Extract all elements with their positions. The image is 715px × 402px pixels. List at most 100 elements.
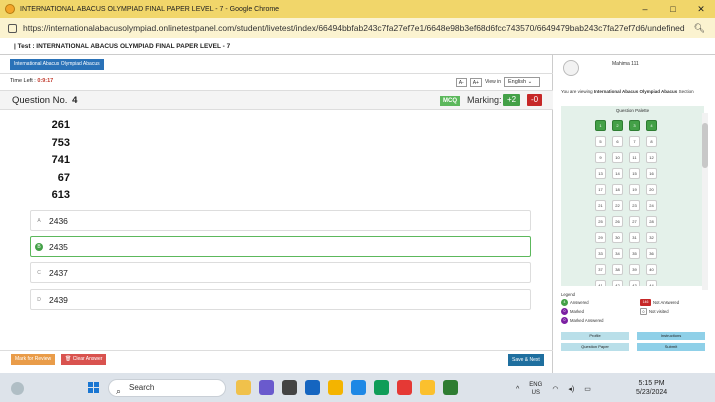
volume-icon[interactable]: ◂): [568, 385, 574, 393]
palette-question-34[interactable]: 34: [612, 248, 623, 259]
palette-question-12[interactable]: 12: [646, 152, 657, 163]
palette-question-5[interactable]: 5: [595, 136, 606, 147]
palette-question-15[interactable]: 15: [629, 168, 640, 179]
submit-button[interactable]: Submit: [637, 343, 705, 351]
question-number-value: 4: [72, 95, 78, 106]
palette-question-19[interactable]: 19: [629, 184, 640, 195]
marked-answered-label: Marked Answered: [570, 318, 604, 323]
clear-answer-button[interactable]: 🗑 Clear Answer: [61, 354, 107, 365]
palette-question-16[interactable]: 16: [646, 168, 657, 179]
teams-icon[interactable]: [259, 380, 274, 395]
palette-question-29[interactable]: 29: [595, 232, 606, 243]
avatar: [563, 60, 579, 76]
user-name: Mahima 111: [612, 61, 639, 67]
palette-question-35[interactable]: 35: [629, 248, 640, 259]
chevron-up-icon[interactable]: ^: [516, 386, 519, 393]
save-next-button[interactable]: Save & Next: [508, 354, 544, 366]
palette-question-3[interactable]: 3: [629, 120, 640, 131]
palette-question-36[interactable]: 36: [646, 248, 657, 259]
taskbar-search-input[interactable]: ⌕ Search: [108, 379, 226, 397]
edge-icon[interactable]: [374, 380, 389, 395]
palette-question-18[interactable]: 18: [612, 184, 623, 195]
url-text[interactable]: https://internationalabacusolympiad.onli…: [23, 23, 685, 33]
palette-question-2[interactable]: 2: [612, 120, 623, 131]
language-indicator[interactable]: ENG US: [529, 381, 542, 397]
maximize-button[interactable]: □: [659, 0, 687, 18]
answered-count: 4: [561, 299, 568, 306]
chrome-app-icon[interactable]: [443, 380, 458, 395]
zoom-icon[interactable]: 🔍︎: [694, 23, 705, 34]
palette-question-39[interactable]: 39: [629, 264, 640, 275]
profile-button[interactable]: Profile: [561, 332, 629, 340]
palette-question-44[interactable]: 44: [646, 280, 657, 286]
question-type-badge: MCQ: [440, 96, 460, 106]
palette-question-33[interactable]: 33: [595, 248, 606, 259]
option-b[interactable]: B 2435: [30, 236, 531, 257]
palette-question-4[interactable]: 4: [646, 120, 657, 131]
windows-start-icon[interactable]: [88, 382, 100, 394]
option-letter: C: [37, 269, 41, 276]
file-explorer-icon[interactable]: [236, 380, 251, 395]
palette-question-38[interactable]: 38: [612, 264, 623, 275]
palette-question-6[interactable]: 6: [612, 136, 623, 147]
time-left-value: 0:9:17: [37, 78, 54, 84]
palette-question-27[interactable]: 27: [629, 216, 640, 227]
palette-question-32[interactable]: 32: [646, 232, 657, 243]
palette-question-37[interactable]: 37: [595, 264, 606, 275]
folder-icon[interactable]: [328, 380, 343, 395]
store-icon[interactable]: [305, 380, 320, 395]
site-info-icon[interactable]: [8, 23, 17, 33]
palette-question-13[interactable]: 13: [595, 168, 606, 179]
search-placeholder: Search: [129, 383, 155, 392]
palette-question-9[interactable]: 9: [595, 152, 606, 163]
search-icon: ⌕: [116, 386, 122, 396]
sidebar-scrollbar[interactable]: [702, 113, 708, 290]
palette-question-14[interactable]: 14: [612, 168, 623, 179]
palette-question-28[interactable]: 28: [646, 216, 657, 227]
instructions-button[interactable]: Instructions: [637, 332, 705, 340]
palette-question-20[interactable]: 20: [646, 184, 657, 195]
mail-icon[interactable]: [351, 380, 366, 395]
mark-for-review-button[interactable]: Mark for Review: [11, 354, 56, 365]
palette-question-41[interactable]: 41: [595, 280, 606, 286]
option-a[interactable]: A 2436: [30, 210, 531, 231]
palette-question-8[interactable]: 8: [646, 136, 657, 147]
palette-question-7[interactable]: 7: [629, 136, 640, 147]
palette-question-23[interactable]: 23: [629, 200, 640, 211]
chatgpt-icon[interactable]: [282, 380, 297, 395]
palette-question-30[interactable]: 30: [612, 232, 623, 243]
palette-question-25[interactable]: 25: [595, 216, 606, 227]
battery-icon[interactable]: ▭: [584, 385, 591, 393]
minimize-button[interactable]: –: [631, 0, 659, 18]
palette-question-43[interactable]: 43: [629, 280, 640, 286]
palette-question-17[interactable]: 17: [595, 184, 606, 195]
scrollbar-thumb[interactable]: [702, 123, 708, 168]
close-button[interactable]: ✕: [687, 0, 715, 18]
palette-question-21[interactable]: 21: [595, 200, 606, 211]
option-value: 2439: [49, 294, 68, 305]
font-decrease-button[interactable]: A-: [455, 77, 467, 87]
option-c[interactable]: C 2437: [30, 262, 531, 283]
palette-question-42[interactable]: 42: [612, 280, 623, 286]
chrome-taskbar-icon[interactable]: [397, 380, 412, 395]
palette-question-31[interactable]: 31: [629, 232, 640, 243]
chrome-profile-icon[interactable]: [420, 380, 435, 395]
question-paper-button[interactable]: Question Paper: [561, 343, 629, 351]
clock[interactable]: 5:15 PM 5/23/2024: [636, 379, 667, 397]
address-bar[interactable]: https://internationalabacusolympiad.onli…: [0, 18, 715, 38]
option-d[interactable]: D 2439: [30, 289, 531, 310]
palette-question-1[interactable]: 1: [595, 120, 606, 131]
language-select[interactable]: English ⌄: [504, 77, 540, 87]
palette-question-24[interactable]: 24: [646, 200, 657, 211]
palette-question-22[interactable]: 22: [612, 200, 623, 211]
wifi-icon[interactable]: ◠: [552, 385, 558, 393]
number-line: 613: [51, 189, 70, 201]
palette-question-11[interactable]: 11: [629, 152, 640, 163]
palette-question-26[interactable]: 26: [612, 216, 623, 227]
answered-label: Answered: [570, 300, 589, 305]
section-tab[interactable]: International Abacus Olympiad Abacus: [10, 59, 104, 70]
font-increase-button[interactable]: A+: [469, 77, 482, 87]
weather-icon[interactable]: [11, 382, 24, 395]
palette-question-40[interactable]: 40: [646, 264, 657, 275]
palette-question-10[interactable]: 10: [612, 152, 623, 163]
